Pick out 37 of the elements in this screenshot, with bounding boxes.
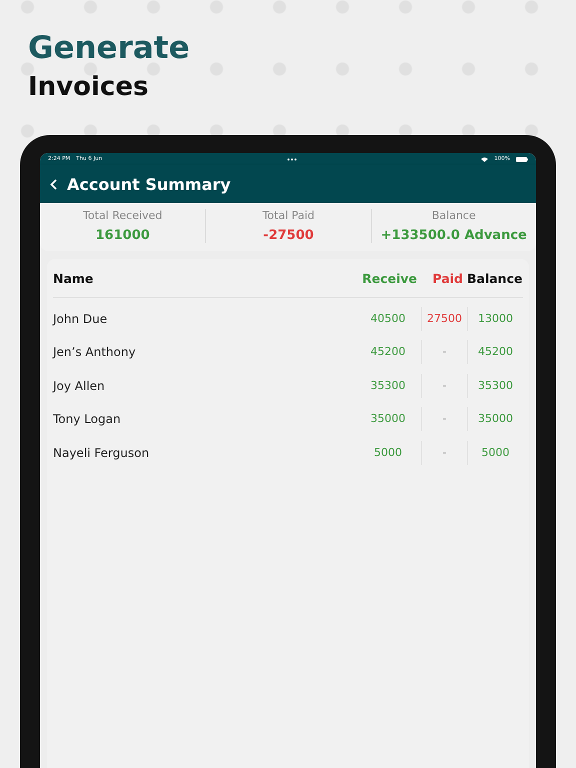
more-dots-icon <box>286 158 297 160</box>
amount-cell: 13000 <box>467 306 523 331</box>
name-cell-text: Jen’s Anthony <box>53 345 137 360</box>
summary-value: -27500 <box>263 228 314 243</box>
column-header: Balance <box>467 270 523 286</box>
column-header: Paid <box>432 270 464 286</box>
headline-subtitle: Invoices <box>28 71 150 104</box>
amount-cell: - <box>421 374 467 398</box>
amount-cell: - <box>421 407 467 432</box>
screen-title: Account Summary <box>67 174 231 194</box>
amount-cell: 45200 <box>467 340 523 364</box>
amount-cell-text: 5000 <box>373 444 403 461</box>
amount-cell: 35300 <box>467 374 523 398</box>
amount-cell: - <box>421 340 467 364</box>
back-icon[interactable] <box>50 178 57 190</box>
amount-cell-text: 40500 <box>370 310 406 327</box>
summary-label: Total Paid <box>262 209 315 222</box>
battery-icon <box>516 156 528 162</box>
amount-cell: 27500 <box>421 306 467 331</box>
wifi-icon <box>481 156 488 162</box>
summary-value: 161000 <box>96 228 150 243</box>
amount-cell: 35000 <box>467 407 523 432</box>
amount-cell: 5000 <box>467 440 523 465</box>
summary-value: +133500.0 Advance <box>380 228 527 243</box>
name-cell-text: Nayeli Ferguson <box>53 446 150 460</box>
column-header: Receive <box>361 270 418 286</box>
name-cell-text: John Due <box>53 312 108 326</box>
name-cell-text: Tony Logan <box>53 412 122 426</box>
amount-cell-text: 45200 <box>370 344 406 360</box>
summary-label: Total Received <box>83 209 162 222</box>
column-header: Name <box>53 270 94 286</box>
headline: Generate <box>28 30 191 66</box>
amount-cell-text: 35300 <box>370 378 406 394</box>
summary-label: Balance <box>432 209 476 222</box>
amount-cell-text: 35000 <box>370 411 406 428</box>
amount-cell: - <box>421 440 467 465</box>
name-cell-text: Joy Allen <box>53 378 106 393</box>
